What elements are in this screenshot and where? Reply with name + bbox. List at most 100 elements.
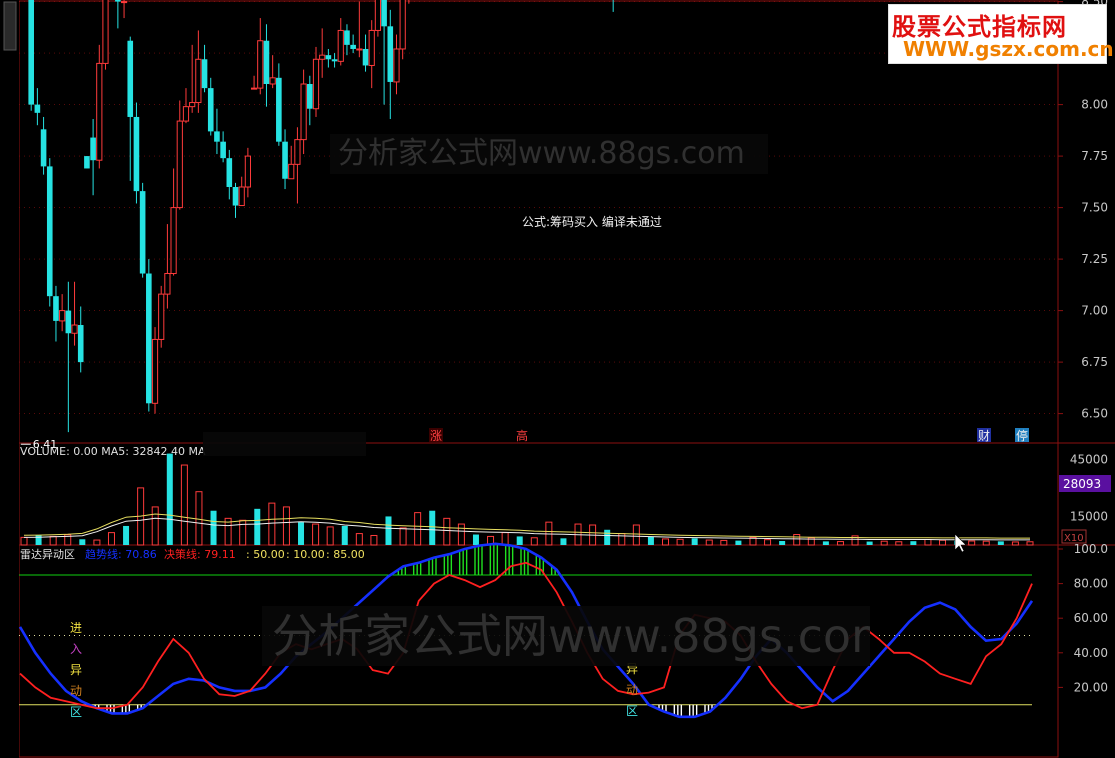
price-axis-label: 8.00 bbox=[1081, 98, 1108, 112]
zone-label-left: 入 bbox=[70, 642, 82, 656]
volume-bar-up bbox=[705, 539, 713, 546]
volume-bar-up bbox=[195, 491, 203, 546]
volume-bar-up bbox=[895, 541, 903, 546]
candle-body-down bbox=[34, 104, 41, 113]
candle-body-down bbox=[46, 166, 53, 297]
volume-bar-down bbox=[910, 541, 917, 545]
volume-bar-up bbox=[49, 535, 57, 546]
candle-body-up bbox=[393, 48, 400, 83]
price-axis-label: 6.50 bbox=[1081, 407, 1108, 421]
candle-body-down bbox=[350, 44, 356, 49]
volume-bar-up bbox=[151, 506, 159, 546]
event-marker: 涨 bbox=[430, 428, 442, 443]
watermark-indicator: 分析家公式网www.88gs.com bbox=[262, 606, 870, 666]
watermark-main: 分析家公式网www.88gs.com bbox=[330, 134, 768, 174]
candle-body-up bbox=[158, 293, 165, 340]
volume-bar-up bbox=[282, 506, 290, 546]
volume-bar-up bbox=[370, 534, 378, 546]
volume-bar-down bbox=[210, 510, 217, 545]
candle-body-up bbox=[182, 106, 190, 122]
event-marker: 高 bbox=[516, 428, 528, 443]
candle-body-down bbox=[133, 116, 140, 192]
volume-bar-up bbox=[355, 533, 363, 546]
candle-body-down bbox=[263, 40, 270, 84]
volume-bar-up bbox=[107, 532, 115, 546]
low-price-label: 6.41 bbox=[33, 438, 58, 451]
candle-body-down bbox=[325, 55, 332, 60]
candle-body-down bbox=[28, 0, 34, 105]
indicator-axis-label: 100.0 bbox=[1074, 542, 1108, 556]
level-legend: : 10.00 bbox=[286, 548, 325, 561]
candle-body-down bbox=[344, 30, 350, 45]
volume-bar-up bbox=[326, 526, 334, 546]
candle-body-down bbox=[362, 48, 369, 66]
candle-body-up bbox=[244, 155, 251, 188]
volume-bar-down bbox=[779, 541, 786, 545]
logo-url: WWW.gszx.com.cn bbox=[903, 37, 1114, 61]
candle-body-up bbox=[238, 186, 245, 207]
candle-body-up bbox=[71, 324, 78, 334]
watermark-volume-strip bbox=[203, 432, 366, 456]
candle-body-up bbox=[189, 102, 196, 108]
candle-body-down bbox=[387, 26, 394, 82]
volume-bar-down bbox=[997, 541, 1004, 545]
candle-body-up bbox=[151, 338, 159, 404]
candle-body-up bbox=[102, 0, 109, 64]
candle-body-down bbox=[84, 156, 90, 169]
volume-bar-down bbox=[341, 525, 348, 545]
event-marker: 财 bbox=[978, 429, 990, 443]
candle-body-down bbox=[65, 310, 72, 334]
candle-body-up bbox=[176, 120, 183, 209]
volume-bar-up bbox=[312, 523, 320, 546]
volume-bar-down bbox=[166, 453, 173, 545]
indicator-title: 雷达异动区 bbox=[20, 548, 75, 561]
volume-bar-up bbox=[530, 537, 538, 546]
candle-body-up bbox=[59, 310, 66, 322]
level-legend: : 50.00 bbox=[246, 548, 285, 561]
volume-bar-up bbox=[93, 539, 101, 546]
volume-bar-down bbox=[691, 538, 698, 545]
volume-bar-up bbox=[880, 540, 888, 546]
candle-body-up bbox=[319, 54, 326, 60]
volume-bar-up bbox=[180, 464, 188, 546]
volume-bar-up bbox=[968, 540, 976, 546]
decision-line-legend: 决策线: 79.11 bbox=[164, 547, 236, 561]
candle-body-up bbox=[399, 0, 406, 50]
candle-body-down bbox=[146, 273, 152, 404]
volume-bar-up bbox=[939, 539, 947, 546]
volume-ma-line bbox=[23, 517, 1030, 541]
volume-bar-down bbox=[79, 539, 86, 545]
price-axis-label: 6.75 bbox=[1081, 355, 1108, 369]
indicator-axis-label: 80.00 bbox=[1074, 577, 1108, 591]
volume-bar-up bbox=[836, 541, 844, 546]
candle-body-down bbox=[207, 88, 214, 132]
candle-body-up bbox=[269, 77, 276, 85]
candle-body-down bbox=[40, 129, 47, 167]
volume-bar-down bbox=[604, 529, 611, 545]
volume-bar-down bbox=[123, 525, 130, 545]
volume-ma2-line bbox=[23, 513, 1030, 539]
candle-body-up bbox=[257, 40, 264, 89]
left-scroll-handle bbox=[3, 1, 17, 51]
candle-body-up bbox=[96, 62, 103, 161]
formula-error-note: 公式:筹码买入 编译未通过 bbox=[522, 214, 662, 229]
candle-body-down bbox=[232, 187, 239, 206]
candle-body-down bbox=[201, 59, 208, 89]
volume-bar-down bbox=[429, 510, 436, 545]
volume-bar-up bbox=[662, 538, 670, 546]
candle-body-up bbox=[300, 83, 307, 141]
candle-body-up bbox=[368, 29, 375, 66]
candle-body-up bbox=[195, 58, 202, 104]
price-axis-label: 7.75 bbox=[1081, 149, 1108, 163]
price-axis-label: 7.25 bbox=[1081, 252, 1108, 266]
zone-label-left: 区 bbox=[70, 705, 82, 719]
candle-body-down bbox=[276, 77, 282, 142]
volume-bar-up bbox=[1011, 541, 1019, 546]
volume-bar-up bbox=[982, 540, 990, 546]
candle-body-up bbox=[288, 163, 295, 180]
candle-body-up bbox=[312, 58, 320, 110]
candle-body-down bbox=[282, 141, 288, 179]
volume-bar-up bbox=[924, 538, 932, 546]
volume-bar-up bbox=[632, 524, 640, 546]
volume-bar-up bbox=[618, 533, 626, 546]
